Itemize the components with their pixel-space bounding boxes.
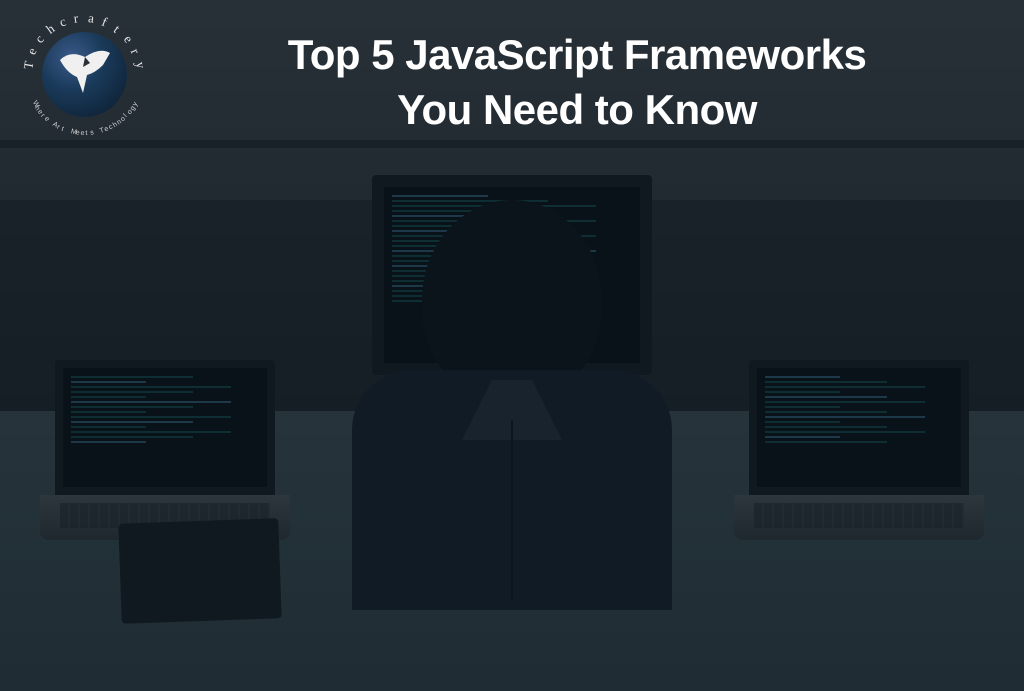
hero-banner: Techcraftery Where Art Meets Technology … <box>0 0 1024 691</box>
hero-title: Top 5 JavaScript Frameworks You Need to … <box>170 28 984 137</box>
title-line-2: You Need to Know <box>397 86 757 133</box>
title-line-1: Top 5 JavaScript Frameworks <box>288 31 867 78</box>
brand-logo: Techcraftery Where Art Meets Technology <box>20 10 150 140</box>
logo-tagline-text: Where Art Meets Technology <box>20 10 150 140</box>
